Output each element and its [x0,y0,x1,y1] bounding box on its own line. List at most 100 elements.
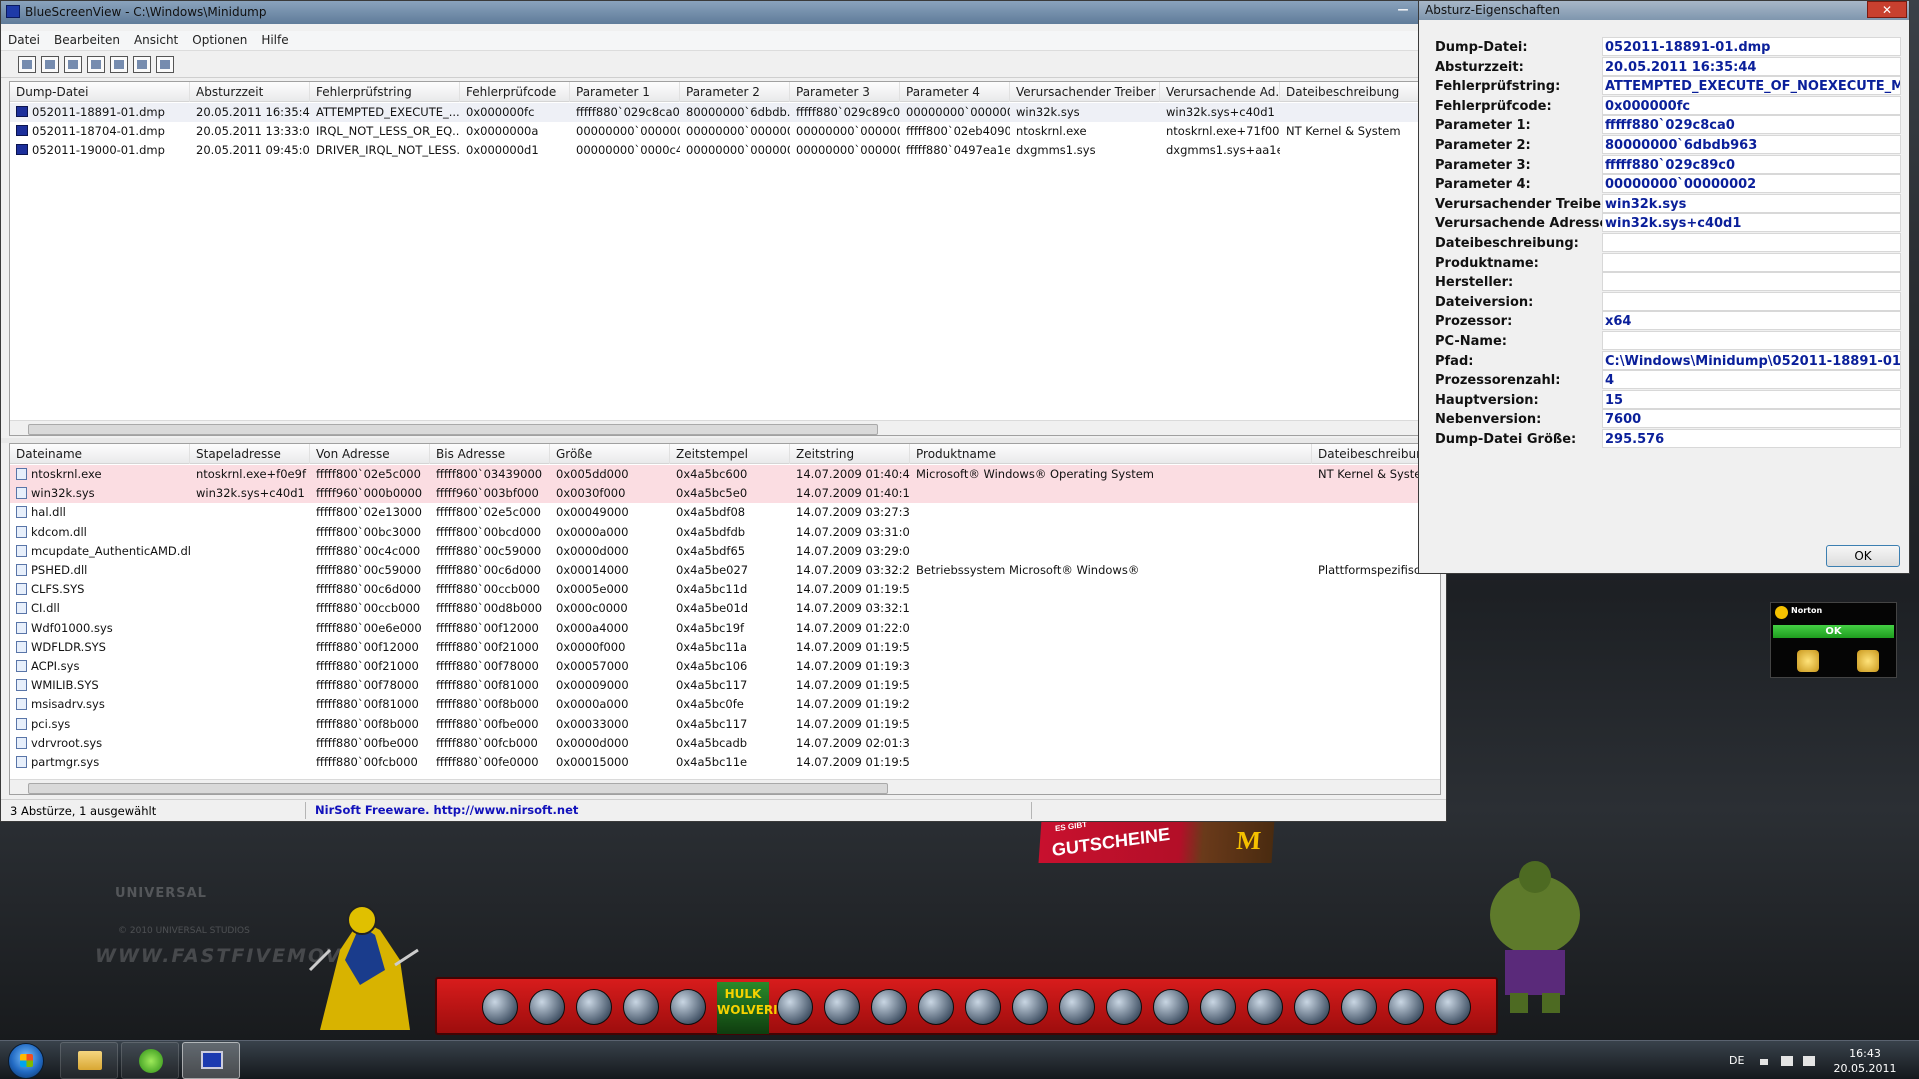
col-caused-by-address[interactable]: Verursachende Ad... [1160,82,1280,102]
property-value[interactable]: 4 [1602,370,1901,390]
dock-app-icon[interactable] [623,989,659,1025]
module-row[interactable]: ACPI.sys fffff880`00f21000 fffff880`00f780… [10,657,1440,676]
module-row[interactable]: hal.dll fffff800`02e13000 fffff800`02e5c00… [10,503,1440,522]
property-value[interactable]: 7600 [1602,409,1901,429]
module-row[interactable]: PSHED.dll fffff880`00c59000 fffff880`00c6d… [10,561,1440,580]
dock-app-icon[interactable] [824,989,860,1025]
dock-app-icon[interactable] [918,989,954,1025]
volume-icon[interactable] [1803,1056,1815,1066]
dock-app-icon[interactable] [1106,989,1142,1025]
property-value[interactable]: 80000000`6dbdb963 [1602,135,1901,154]
show-hidden-icons-icon[interactable] [1760,1059,1768,1065]
module-row[interactable]: win32k.sys win32k.sys+c40d1 fffff960`000b0… [10,484,1440,504]
dock-app-icon[interactable] [1294,989,1330,1025]
menu-datei[interactable]: Datei [1,31,47,50]
col-timestamp[interactable]: Zeitstempel [670,444,790,464]
dock-app-icon[interactable] [871,989,907,1025]
col-crash-time[interactable]: Absturzzeit [190,82,310,102]
menu-hilfe[interactable]: Hilfe [254,31,295,50]
dock-app-icon[interactable] [1153,989,1189,1025]
property-value[interactable]: win32k.sys [1602,193,1901,213]
find-icon[interactable] [133,56,151,73]
crash-row[interactable]: 052011-18891-01.dmp 20.05.2011 16:35:44 AT… [10,103,1440,122]
property-value[interactable]: 15 [1602,389,1901,409]
col-timestring[interactable]: Zeitstring [790,444,910,464]
module-row[interactable]: ntoskrnl.exe ntoskrnl.exe+f0e9f fffff800`0… [10,465,1440,484]
module-row[interactable]: partmgr.sys fffff880`00fcb000 fffff880`00f… [10,753,1440,772]
module-row[interactable]: pci.sys fffff880`00f8b000 fffff880`00fbe00… [10,715,1440,734]
network-icon[interactable] [1781,1056,1793,1066]
property-value[interactable]: 0x000000fc [1602,95,1901,115]
property-value[interactable] [1602,233,1901,252]
property-value[interactable]: C:\Windows\Minidump\052011-18891-01.dmp [1602,350,1901,370]
crash-list-hscrollbar[interactable] [10,420,1440,435]
module-row[interactable]: WMILIB.SYS fffff880`00f78000 fffff880`00f8… [10,676,1440,695]
dock-app-icon[interactable] [670,989,706,1025]
col-filename[interactable]: Dateiname [10,444,190,464]
minimize-icon[interactable]: — [1390,1,1416,19]
dock-app-icon[interactable] [1388,989,1424,1025]
property-value[interactable]: 052011-18891-01.dmp [1602,37,1901,56]
taskbar-bluescreenview[interactable] [182,1042,240,1079]
menu-bearbeiten[interactable]: Bearbeiten [47,31,127,50]
col-bugcheck-string[interactable]: Fehlerprüfstring [310,82,460,102]
dock-app-icon[interactable] [1341,989,1377,1025]
col-product-name[interactable]: Produktname [910,444,1312,464]
scroll-thumb[interactable] [28,424,878,435]
col-param4[interactable]: Parameter 4 [900,82,1010,102]
col-param3[interactable]: Parameter 3 [790,82,900,102]
dock-app-icon[interactable] [1435,989,1471,1025]
dock-app-icon[interactable] [965,989,1001,1025]
dock-app-icon[interactable] [1059,989,1095,1025]
crash-row[interactable]: 052011-19000-01.dmp 20.05.2011 09:45:08 DR… [10,141,1440,160]
property-value[interactable] [1602,252,1901,272]
col-from-address[interactable]: Von Adresse [310,444,430,464]
col-caused-by-driver[interactable]: Verursachender Treiber [1010,82,1160,102]
close-icon[interactable]: ✕ [1867,1,1907,18]
dock-app-icon[interactable] [1200,989,1236,1025]
dialog-title-bar[interactable]: Absturz-Eigenschaften ✕ [1419,1,1909,20]
property-value[interactable]: win32k.sys+c40d1 [1602,213,1901,233]
property-value[interactable]: 20.05.2011 16:35:44 [1602,56,1901,76]
dock-app-icon[interactable] [777,989,813,1025]
start-button[interactable] [8,1043,44,1079]
menu-optionen[interactable]: Optionen [185,31,254,50]
dock-app-icon[interactable] [1012,989,1048,1025]
mcdonalds-banner[interactable]: ES GIBT GUTSCHEINE M [1038,820,1275,863]
refresh-icon[interactable] [64,56,82,73]
scroll-thumb[interactable] [28,783,888,794]
property-value[interactable]: x64 [1602,311,1901,331]
menu-ansicht[interactable]: Ansicht [127,31,185,50]
col-param1[interactable]: Parameter 1 [570,82,680,102]
norton-scan-icon[interactable] [1797,650,1819,672]
taskbar-explorer[interactable] [60,1042,118,1079]
clock[interactable]: 16:43 20.05.2011 [1832,1046,1898,1076]
module-row[interactable]: Wdf01000.sys fffff880`00e6e000 fffff880`00… [10,619,1440,638]
language-indicator[interactable]: DE [1729,1054,1744,1067]
module-row[interactable]: WDFLDR.SYS fffff880`00f12000 fffff880`00f2… [10,638,1440,657]
property-value[interactable] [1602,291,1901,311]
dock-app-icon[interactable] [482,989,518,1025]
property-value[interactable]: 00000000`00000002 [1602,174,1901,194]
nirsoft-link[interactable]: NirSoft Freeware. http://www.nirsoft.net [315,803,578,817]
module-row[interactable]: mcupdate_AuthenticAMD.dll fffff880`00c4c0… [10,542,1440,561]
dock-app-icon[interactable] [1247,989,1283,1025]
col-dump-file[interactable]: Dump-Datei [10,82,190,102]
col-bugcheck-code[interactable]: Fehlerprüfcode [460,82,570,102]
module-row[interactable]: vdrvroot.sys fffff880`00fbe000 fffff880`00… [10,734,1440,753]
col-file-description[interactable]: Dateibeschreibung [1280,82,1440,102]
col-param2[interactable]: Parameter 2 [680,82,790,102]
norton-gadget[interactable]: Norton OK [1770,602,1897,678]
dock-app-icon[interactable] [576,989,612,1025]
properties-icon[interactable] [110,56,128,73]
property-value[interactable]: ATTEMPTED_EXECUTE_OF_NOEXECUTE_MI [1602,76,1901,96]
property-value[interactable]: fffff880`029c89c0 [1602,154,1901,174]
norton-update-icon[interactable] [1857,650,1879,672]
title-bar[interactable]: BlueScreenView - C:\Windows\Minidump — □ [1,1,1446,24]
property-value[interactable] [1602,331,1901,350]
options-icon[interactable] [18,56,36,73]
crash-row[interactable]: 052011-18704-01.dmp 20.05.2011 13:33:05 IR… [10,122,1440,141]
module-row[interactable]: msisadrv.sys fffff880`00f81000 fffff880`00… [10,695,1440,714]
taskbar-icq[interactable] [121,1042,179,1079]
save-icon[interactable] [41,56,59,73]
